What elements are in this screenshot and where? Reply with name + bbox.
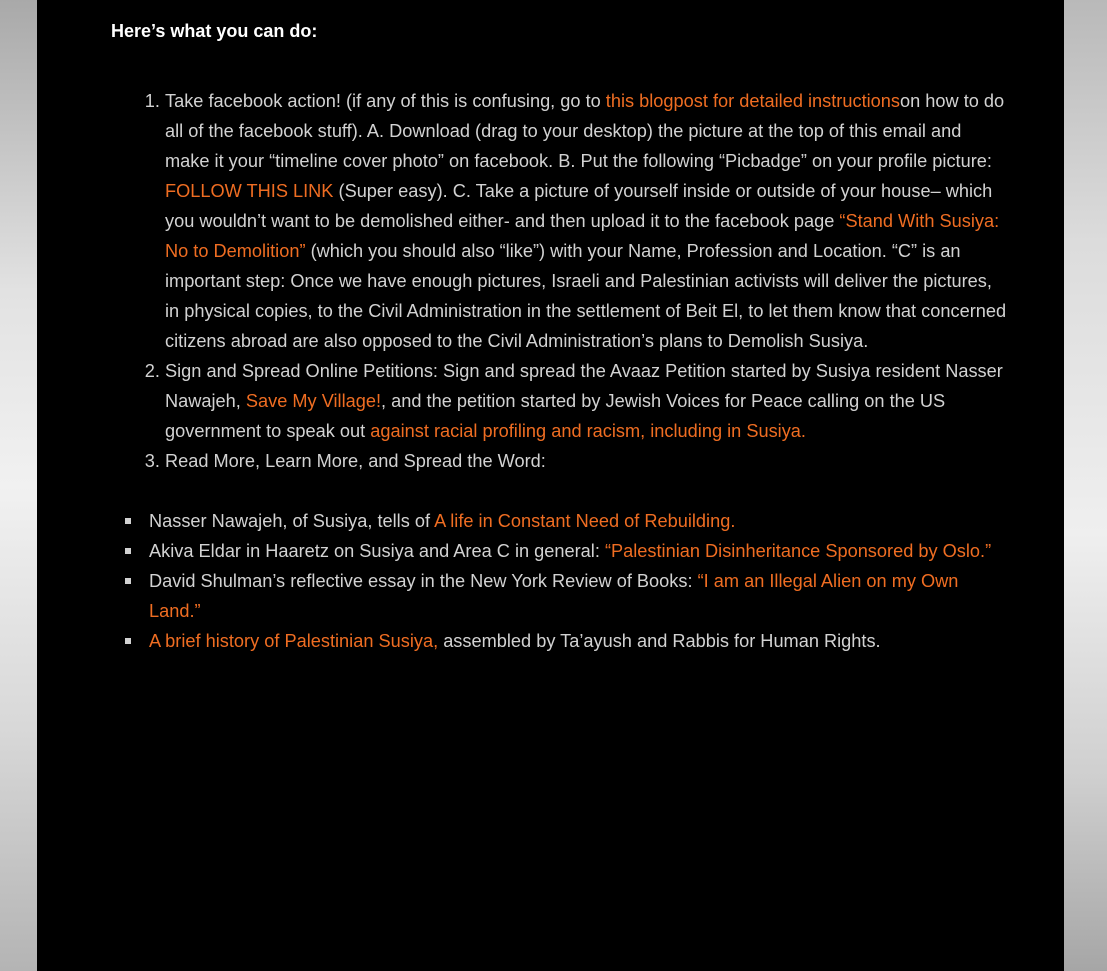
step-sign-petitions: Sign and Spread Online Petitions: Sign a… xyxy=(165,356,1008,446)
section-heading: Here’s what you can do: xyxy=(111,21,318,41)
action-steps-list: Take facebook action! (if any of this is… xyxy=(125,86,1008,656)
email-content-panel: Here’s what you can do: Take facebook ac… xyxy=(37,0,1064,971)
background-right-edge xyxy=(1064,0,1107,971)
resource-item: David Shulman’s reflective essay in the … xyxy=(112,566,992,626)
resource-item: Akiva Eldar in Haaretz on Susiya and Are… xyxy=(112,536,992,566)
brief-history-link[interactable]: A brief history of Palestinian Susiya, xyxy=(149,631,438,651)
step-read-more: Read More, Learn More, and Spread the Wo… xyxy=(125,446,1008,656)
resource2-text: Akiva Eldar in Haaretz on Susiya and Are… xyxy=(149,541,605,561)
resource3-text: David Shulman’s reflective essay in the … xyxy=(149,571,698,591)
life-in-constant-need-link[interactable]: A life in Constant Need of Rebuilding. xyxy=(434,511,735,531)
resource4-text: assembled by Ta’ayush and Rabbis for Hum… xyxy=(438,631,881,651)
resources-list: Nasser Nawajeh, of Susiya, tells of A li… xyxy=(112,506,992,656)
racial-profiling-petition-link[interactable]: against racial profiling and racism, inc… xyxy=(370,421,806,441)
save-my-village-link[interactable]: Save My Village! xyxy=(246,391,381,411)
palestinian-disinheritance-link[interactable]: “Palestinian Disinheritance Sponsored by… xyxy=(605,541,991,561)
resource-item: A brief history of Palestinian Susiya, a… xyxy=(112,626,992,656)
background-left-edge xyxy=(0,0,37,971)
step-facebook-action: Take facebook action! (if any of this is… xyxy=(165,86,1008,356)
action-content: Take facebook action! (if any of this is… xyxy=(125,86,1008,656)
resource1-text: Nasser Nawajeh, of Susiya, tells of xyxy=(149,511,435,531)
step1-text-1: Take facebook action! (if any of this is… xyxy=(165,91,606,111)
resource-item: Nasser Nawajeh, of Susiya, tells of A li… xyxy=(112,506,992,536)
blogpost-instructions-link[interactable]: this blogpost for detailed instructions xyxy=(606,91,900,111)
picbadge-link[interactable]: FOLLOW THIS LINK xyxy=(165,181,333,201)
step3-text: Read More, Learn More, and Spread the Wo… xyxy=(165,451,546,471)
